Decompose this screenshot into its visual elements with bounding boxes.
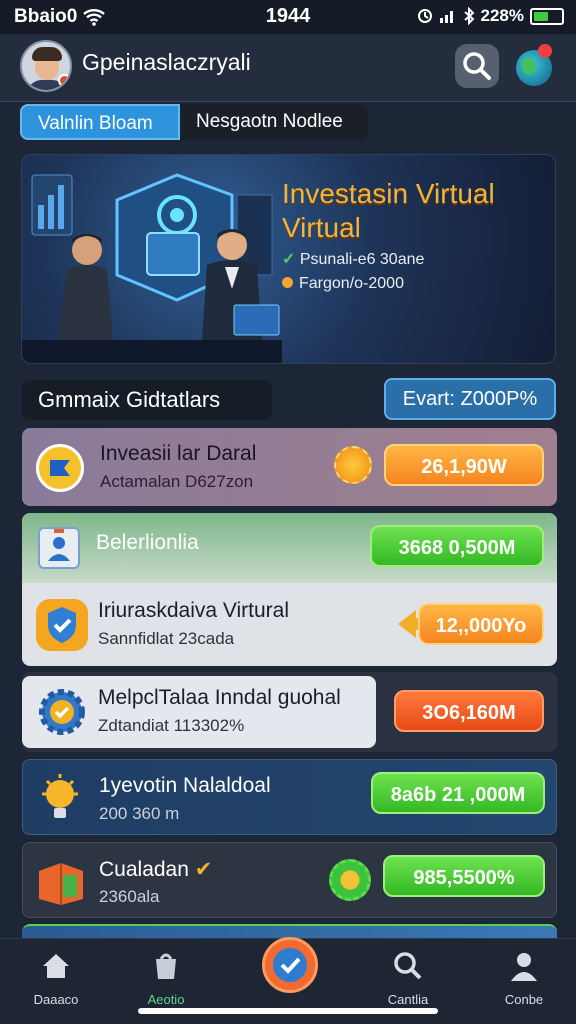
nav-item-home[interactable]: Daaaco [16,949,96,1007]
card-group: Belerlionlia 3668 0,500M Iriuraskdaiva V… [22,513,557,666]
amount-button[interactable]: 12,,000Yo [418,603,544,645]
nav-label: Daaaco [33,992,79,1007]
hero-title-line1: Investasin Virtual [282,178,495,209]
battery-percent: 228% [480,6,524,25]
box-icon [39,863,83,905]
alert-dot-icon [538,44,552,58]
tab-secondary[interactable]: Nesgaotn Nodlee [180,104,368,140]
card-title: Cualadan ✔ [99,857,212,882]
card-subtitle: 2360ala [99,887,160,906]
nav-item-search[interactable]: Cantlia [368,949,448,1007]
app-header: Gpeinaslaczryali [0,34,576,102]
bag-icon [156,953,176,979]
tab-bar: Valnlin Bloam Nesgaotn Nodlee [20,104,368,140]
hero-feature-2: Fargon/o-2000 [282,275,404,293]
card-title-text: Cualadan [99,858,189,881]
nav-label: Cantlia [387,992,429,1007]
sun-coin-icon [334,446,372,484]
card-subtitle: Sannfidlat 23cada [98,629,235,648]
search-button[interactable] [455,44,499,88]
profile-icon [511,953,537,981]
card-subtitle: Zdtandiat 113302% [98,716,245,735]
events-button[interactable]: Evart: Z000P% [384,378,556,420]
hero-title-line2: Virtual [282,212,361,243]
search-icon [463,52,491,80]
list-item[interactable]: Iriuraskdaiva Virtural Sannfidlat 23cada… [22,589,557,666]
amount-button[interactable]: 3668 0,500M [370,525,544,567]
check-badge-icon [280,957,301,974]
username: Gpeinaslaczryali [82,49,251,75]
nav-label: Aeotio [147,992,185,1007]
ticket-icon [36,444,84,492]
status-bar: Bbaio0 1944 228% [0,0,576,34]
card-title: 1yevotin Nalaldoal [99,774,271,797]
card-title: MelpclTalaa Inndal guohal [98,686,341,709]
amount-button[interactable]: 3O6,160M [394,690,544,732]
amount-button[interactable]: 26,1,90W [384,444,544,486]
alarm-icon [417,9,432,23]
hero-feature-2-text: Fargon/o-2000 [299,275,404,292]
signal-icon [439,11,453,23]
tab-primary[interactable]: Valnlin Bloam [20,104,180,140]
hero-illustration [22,173,282,363]
amount-button[interactable]: 985,5500% [383,855,545,897]
lightbulb-icon [42,774,78,818]
nav-item-profile[interactable]: Conbe [484,949,564,1007]
bluetooth-icon [463,7,474,25]
list-item[interactable]: MelpclTalaa Inndal guohal Zdtandiat 1133… [22,672,557,752]
check-icon: ✓ [282,251,296,268]
nav-item-bag[interactable]: Aeotio [126,949,206,1007]
card-title: Iriuraskdaiva Virtural [98,599,290,622]
gear-check-icon [36,686,88,738]
list-item[interactable]: Inveasii lar Daral Actamalan D627zon 26,… [22,428,557,506]
home-indicator [138,1008,438,1014]
card-subtitle: Actamalan D627zon [100,472,254,491]
shield-check-icon [36,599,88,651]
globe-button[interactable] [512,44,556,88]
section-title: Gmmaix Gidtatlars [22,380,272,420]
battery-icon [530,7,564,25]
person-card-icon [38,525,80,569]
hero-feature-1-text: Psunali-e6 30ane [299,251,425,268]
notification-dot-icon [58,74,70,87]
list-item[interactable]: Belerlionlia 3668 0,500M [22,513,557,583]
avatar[interactable] [20,40,72,92]
amount-button[interactable]: 8a6b 21 ,000M [371,772,545,814]
home-icon [43,954,69,978]
list-item[interactable]: Cualadan ✔ 2360ala 985,5500% [22,842,557,918]
card-subtitle: 200 360 m [99,804,180,823]
list-item[interactable]: 1yevotin Nalaldoal 200 360 m 8a6b 21 ,00… [22,759,557,835]
search-icon [394,952,422,980]
green-coin-icon [329,859,371,901]
card-title: Inveasii lar Daral [100,442,257,465]
center-action-button[interactable] [262,937,318,993]
coin-icon [282,277,293,288]
hero-title: Investasin Virtual Virtual [282,177,495,245]
check-icon: ✔ [194,858,213,881]
card-title: Belerlionlia [96,531,199,554]
nav-label: Conbe [504,992,544,1007]
hero-banner[interactable]: Investasin Virtual Virtual ✓ Psunali-e6 … [21,154,556,364]
hero-feature-1: ✓ Psunali-e6 30ane [282,249,424,269]
section-header: Gmmaix Gidtatlars Evart: Z000P% [22,378,556,420]
